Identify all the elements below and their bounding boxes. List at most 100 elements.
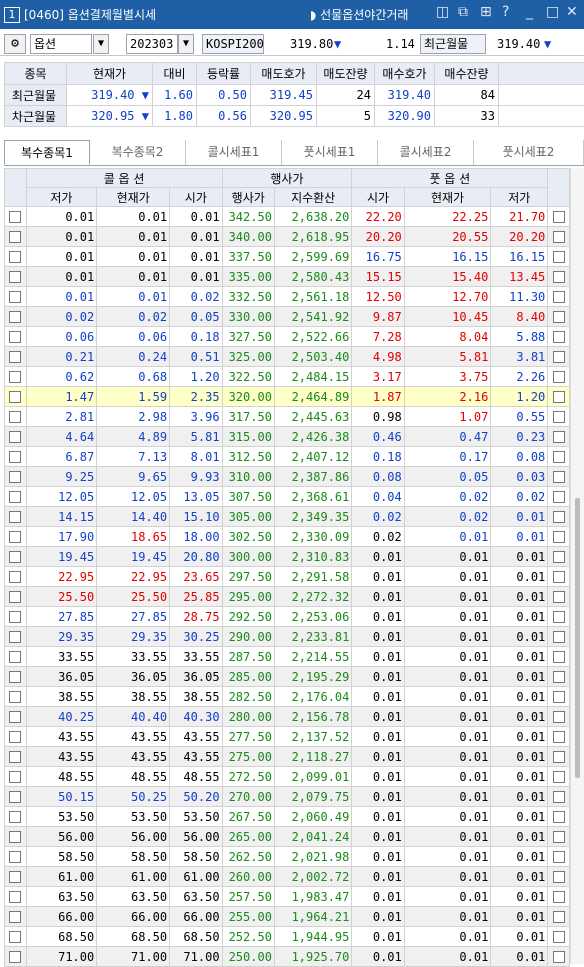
checkbox[interactable] <box>9 271 21 283</box>
pin-icon[interactable]: ⧉ <box>458 4 468 20</box>
checkbox[interactable] <box>9 831 21 843</box>
checkbox[interactable] <box>553 351 565 363</box>
call-checkbox[interactable] <box>5 207 27 227</box>
checkbox[interactable] <box>553 271 565 283</box>
checkbox[interactable] <box>9 511 21 523</box>
table-row[interactable]: 1.471.592.35320.002,464.891.872.161.20 <box>5 387 570 407</box>
checkbox[interactable] <box>553 531 565 543</box>
call-checkbox[interactable] <box>5 787 27 807</box>
call-checkbox[interactable] <box>5 407 27 427</box>
checkbox[interactable] <box>9 691 21 703</box>
checkbox[interactable] <box>9 771 21 783</box>
table-row[interactable]: 53.5053.5053.50267.502,060.490.010.010.0… <box>5 807 570 827</box>
put-checkbox[interactable] <box>548 267 570 287</box>
put-checkbox[interactable] <box>548 467 570 487</box>
checkbox[interactable] <box>553 491 565 503</box>
call-checkbox[interactable] <box>5 547 27 567</box>
call-checkbox[interactable] <box>5 427 27 447</box>
call-checkbox[interactable] <box>5 327 27 347</box>
checkbox[interactable] <box>553 631 565 643</box>
call-checkbox[interactable] <box>5 727 27 747</box>
put-checkbox[interactable] <box>548 787 570 807</box>
checkbox[interactable] <box>553 931 565 943</box>
call-checkbox[interactable] <box>5 507 27 527</box>
table-row[interactable]: 66.0066.0066.00255.001,964.210.010.010.0… <box>5 907 570 927</box>
checkbox[interactable] <box>9 331 21 343</box>
checkbox[interactable] <box>9 811 21 823</box>
checkbox[interactable] <box>9 751 21 763</box>
checkbox[interactable] <box>553 451 565 463</box>
gear-icon[interactable]: ⚙ <box>4 34 26 54</box>
put-checkbox[interactable] <box>548 407 570 427</box>
put-checkbox[interactable] <box>548 507 570 527</box>
table-row[interactable]: 0.010.010.01342.502,638.2022.2022.2521.7… <box>5 207 570 227</box>
tab-put-table-1[interactable]: 풋시세표1 <box>282 140 378 165</box>
table-row[interactable]: 50.1550.2550.20270.002,079.750.010.010.0… <box>5 787 570 807</box>
checkbox[interactable] <box>9 911 21 923</box>
call-checkbox[interactable] <box>5 467 27 487</box>
checkbox[interactable] <box>553 651 565 663</box>
call-checkbox[interactable] <box>5 607 27 627</box>
checkbox[interactable] <box>553 431 565 443</box>
checkbox[interactable] <box>9 711 21 723</box>
table-row[interactable]: 9.259.659.93310.002,387.860.080.050.03 <box>5 467 570 487</box>
close-icon[interactable]: ✕ <box>566 4 578 20</box>
put-checkbox[interactable] <box>548 247 570 267</box>
checkbox[interactable] <box>9 211 21 223</box>
checkbox[interactable] <box>9 391 21 403</box>
checkbox[interactable] <box>9 671 21 683</box>
put-checkbox[interactable] <box>548 527 570 547</box>
put-checkbox[interactable] <box>548 547 570 567</box>
tab-multi-1[interactable]: 복수종목1 <box>4 140 90 165</box>
checkbox[interactable] <box>9 471 21 483</box>
checkbox[interactable] <box>553 251 565 263</box>
checkbox[interactable] <box>553 331 565 343</box>
call-checkbox[interactable] <box>5 267 27 287</box>
put-checkbox[interactable] <box>548 907 570 927</box>
tab-put-table-2[interactable]: 풋시세표2 <box>474 140 584 165</box>
table-row[interactable]: 2.812.983.96317.502,445.630.981.070.55 <box>5 407 570 427</box>
call-checkbox[interactable] <box>5 287 27 307</box>
table-row[interactable]: 0.060.060.18327.502,522.667.288.045.88 <box>5 327 570 347</box>
checkbox[interactable] <box>9 351 21 363</box>
checkbox[interactable] <box>9 651 21 663</box>
checkbox[interactable] <box>553 891 565 903</box>
table-row[interactable]: 12.0512.0513.05307.502,368.610.040.020.0… <box>5 487 570 507</box>
checkbox[interactable] <box>9 251 21 263</box>
table-row[interactable]: 38.5538.5538.55282.502,176.040.010.010.0… <box>5 687 570 707</box>
checkbox[interactable] <box>553 611 565 623</box>
checkbox[interactable] <box>553 851 565 863</box>
put-checkbox[interactable] <box>548 387 570 407</box>
put-checkbox[interactable] <box>548 367 570 387</box>
checkbox[interactable] <box>9 951 21 963</box>
table-row[interactable]: 29.3529.3530.25290.002,233.810.010.010.0… <box>5 627 570 647</box>
put-checkbox[interactable] <box>548 707 570 727</box>
put-checkbox[interactable] <box>548 347 570 367</box>
put-checkbox[interactable] <box>548 567 570 587</box>
put-checkbox[interactable] <box>548 887 570 907</box>
table-row[interactable]: 6.877.138.01312.502,407.120.180.170.08 <box>5 447 570 467</box>
put-checkbox[interactable] <box>548 727 570 747</box>
call-checkbox[interactable] <box>5 927 27 947</box>
table-row[interactable]: 25.5025.5025.85295.002,272.320.010.010.0… <box>5 587 570 607</box>
put-checkbox[interactable] <box>548 227 570 247</box>
table-row[interactable]: 40.2540.4040.30280.002,156.780.010.010.0… <box>5 707 570 727</box>
checkbox[interactable] <box>553 711 565 723</box>
month-select[interactable]: 202303 <box>126 34 178 54</box>
call-checkbox[interactable] <box>5 747 27 767</box>
checkbox[interactable] <box>9 431 21 443</box>
table-row[interactable]: 0.210.240.51325.002,503.404.985.813.81 <box>5 347 570 367</box>
checkbox[interactable] <box>9 791 21 803</box>
table-row[interactable]: 0.010.010.02332.502,561.1812.5012.7011.3… <box>5 287 570 307</box>
call-checkbox[interactable] <box>5 587 27 607</box>
checkbox[interactable] <box>553 731 565 743</box>
call-checkbox[interactable] <box>5 247 27 267</box>
put-checkbox[interactable] <box>548 927 570 947</box>
put-checkbox[interactable] <box>548 807 570 827</box>
table-row[interactable]: 0.010.010.01337.502,599.6916.7516.1516.1… <box>5 247 570 267</box>
table-row[interactable]: 14.1514.4015.10305.002,349.350.020.020.0… <box>5 507 570 527</box>
table-row[interactable]: 63.5063.5063.50257.501,983.470.010.010.0… <box>5 887 570 907</box>
checkbox[interactable] <box>9 731 21 743</box>
put-checkbox[interactable] <box>548 867 570 887</box>
checkbox[interactable] <box>553 411 565 423</box>
